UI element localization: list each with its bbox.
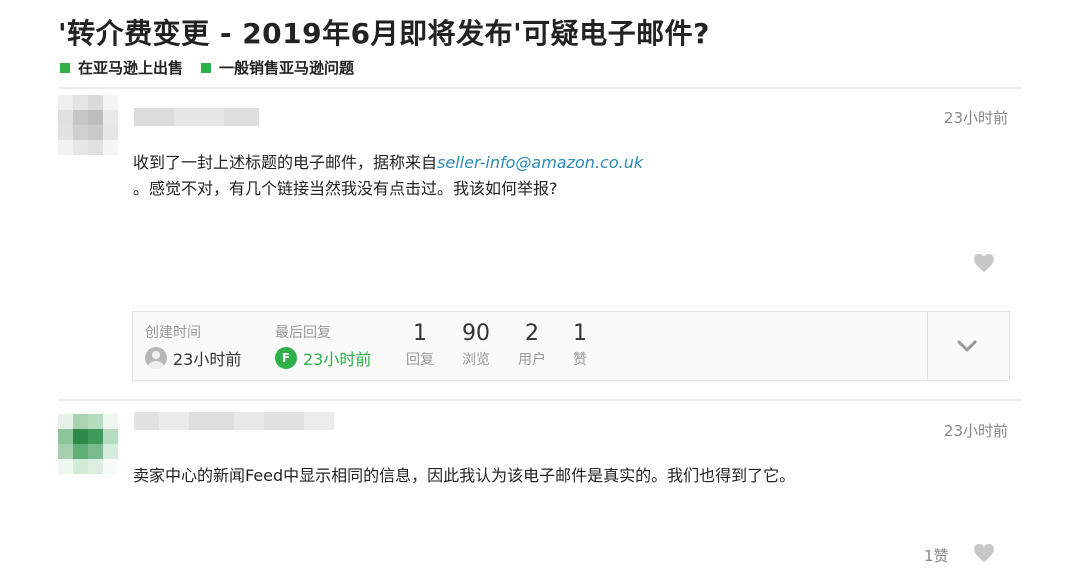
- post-body-text: 收到了一封上述标题的电子邮件，据称来自: [133, 153, 438, 172]
- likes-count: 1: [573, 321, 587, 346]
- email-link[interactable]: seller-info@amazon.co.uk: [437, 153, 643, 172]
- category-label: 一般销售亚马逊问题: [219, 59, 355, 77]
- category-square-icon: [60, 62, 70, 73]
- like-count: 1赞: [924, 547, 949, 565]
- username-blurred[interactable]: [134, 412, 334, 430]
- views-count: 90: [462, 321, 490, 346]
- created-label: 创建时间: [145, 325, 201, 341]
- avatar[interactable]: [58, 95, 118, 155]
- divider: [58, 399, 1022, 401]
- heart-icon[interactable]: [973, 253, 995, 273]
- heart-icon[interactable]: [973, 543, 995, 563]
- thread-title: '转介费变更 - 2019年6月即将发布'可疑电子邮件?: [58, 17, 710, 50]
- users-label: 用户: [518, 352, 546, 368]
- post-body-text: 卖家中心的新闻Feed中显示相同的信息，因此我认为该电子邮件是真实的。我们也得到…: [133, 466, 796, 485]
- created-time: 23小时前: [173, 350, 242, 369]
- post-body-text: 。感觉不对，有几个链接当然我没有点击过。我该如何举报?: [133, 179, 558, 198]
- category-breadcrumb: 在亚马逊上出售 一般销售亚马逊问题: [60, 57, 354, 78]
- post-body: 收到了一封上述标题的电子邮件，据称来自seller-info@amazon.co…: [133, 150, 693, 202]
- replies-label: 回复: [406, 352, 434, 368]
- category-link-sell-on-amazon[interactable]: 在亚马逊上出售: [60, 57, 183, 78]
- username-blurred[interactable]: [134, 108, 259, 126]
- last-reply-label: 最后回复: [275, 325, 331, 341]
- user-avatar-icon: F: [275, 347, 297, 369]
- last-reply-time: 23小时前: [303, 350, 372, 369]
- replies-count: 1: [413, 321, 427, 346]
- post-time: 23小时前: [943, 109, 1008, 127]
- avatar[interactable]: [58, 414, 118, 474]
- views-label: 浏览: [462, 352, 490, 368]
- divider: [927, 312, 928, 380]
- likes-label: 赞: [573, 352, 587, 368]
- users-count: 2: [525, 321, 539, 346]
- divider: [58, 87, 1022, 89]
- category-square-icon: [201, 62, 212, 73]
- chevron-down-icon[interactable]: [955, 334, 979, 358]
- category-link-general-selling[interactable]: 一般销售亚马逊问题: [201, 57, 354, 78]
- created-by[interactable]: 23小时前: [145, 346, 241, 370]
- last-reply-by[interactable]: F 23小时前: [275, 346, 371, 370]
- category-label: 在亚马逊上出售: [78, 59, 184, 77]
- user-avatar-icon: [145, 347, 167, 369]
- thread-stats: 创建时间 23小时前 最后回复 F 23小时前 1 回复 90 浏览 2 用户 …: [132, 311, 1010, 381]
- post-time: 23小时前: [943, 422, 1008, 440]
